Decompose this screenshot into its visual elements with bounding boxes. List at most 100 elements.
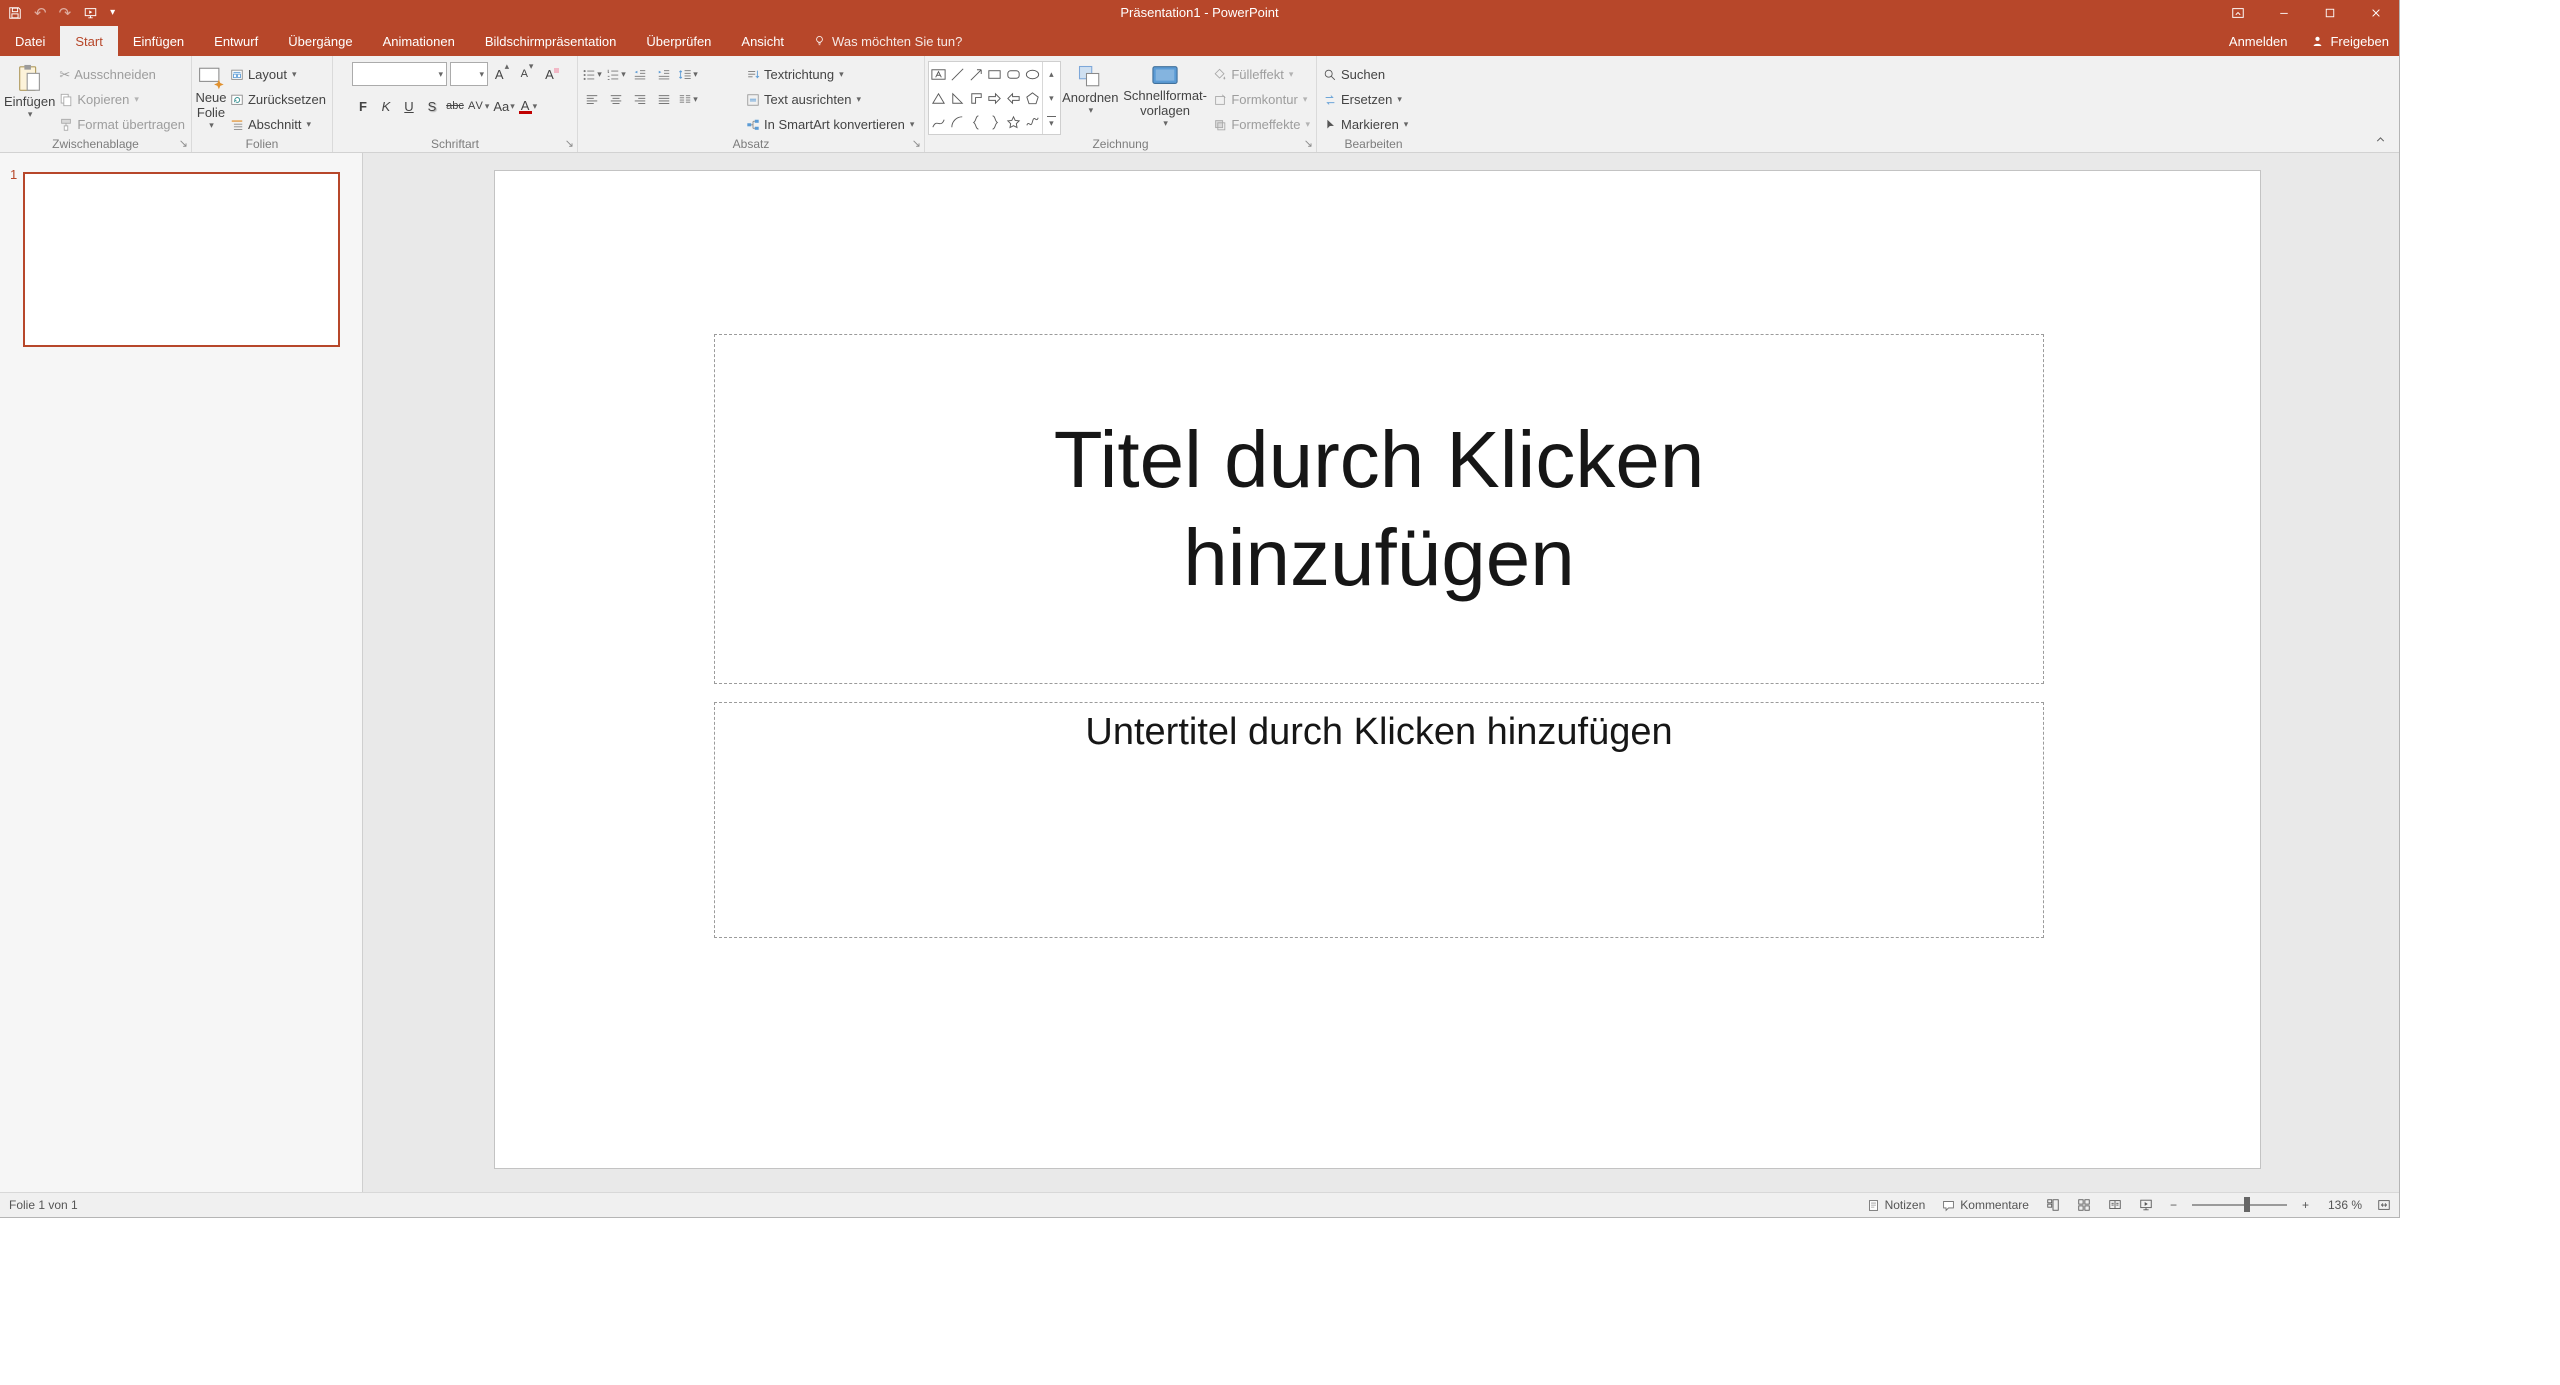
strikethrough-button[interactable]: abc xyxy=(444,94,466,118)
zoom-level[interactable]: 136 % xyxy=(2324,1198,2362,1212)
replace-button[interactable]: Ersetzen ▾ xyxy=(1320,87,1411,112)
shape-rounded-rectangle[interactable] xyxy=(1004,62,1023,86)
tab-ansicht[interactable]: Ansicht xyxy=(726,26,799,56)
tab-start[interactable]: Start xyxy=(60,26,117,56)
shrink-font-button[interactable]: A▾ xyxy=(516,62,538,86)
bullets-button[interactable]: ▾ xyxy=(581,63,603,87)
font-color-button[interactable]: A▾ xyxy=(517,94,539,118)
title-placeholder[interactable]: Titel durch Klicken hinzufügen xyxy=(714,334,2044,684)
select-button[interactable]: Markieren ▾ xyxy=(1320,112,1411,137)
tab-entwurf[interactable]: Entwurf xyxy=(199,26,273,56)
tell-me-box[interactable]: Was möchten Sie tun? xyxy=(813,26,962,56)
increase-indent-button[interactable] xyxy=(653,63,675,87)
maximize-button[interactable] xyxy=(2307,0,2353,26)
tab-uebergaenge[interactable]: Übergänge xyxy=(273,26,367,56)
decrease-indent-button[interactable] xyxy=(629,63,651,87)
numbering-button[interactable]: ▾ xyxy=(605,63,627,87)
shape-textbox[interactable] xyxy=(929,62,948,86)
shape-scribble[interactable] xyxy=(1023,110,1042,134)
shape-pentagon[interactable] xyxy=(1023,86,1042,110)
slide-sorter-view-button[interactable] xyxy=(2075,1193,2093,1217)
zoom-out-button[interactable]: − xyxy=(2168,1193,2179,1217)
line-spacing-button[interactable]: ▾ xyxy=(677,63,699,87)
zoom-slider[interactable] xyxy=(2192,1204,2287,1206)
zoom-slider-handle[interactable] xyxy=(2244,1197,2250,1212)
shape-curve[interactable] xyxy=(929,110,948,134)
shape-triangle[interactable] xyxy=(929,86,948,110)
font-name-combo[interactable]: ▾ xyxy=(352,62,447,86)
section-button[interactable]: Abschnitt ▾ xyxy=(227,112,329,137)
shapes-scroll-up-button[interactable]: ▴ xyxy=(1043,62,1060,86)
comments-toggle-button[interactable]: Kommentare xyxy=(1940,1193,2031,1217)
underline-button[interactable]: U xyxy=(398,94,420,118)
columns-button[interactable]: ▾ xyxy=(677,88,699,112)
shape-effects-button[interactable]: Formeffekte ▾ xyxy=(1210,112,1313,137)
shape-arrow[interactable] xyxy=(967,62,986,86)
tab-einfuegen[interactable]: Einfügen xyxy=(118,26,199,56)
format-painter-button[interactable]: Format übertragen xyxy=(56,112,188,137)
align-left-button[interactable] xyxy=(581,88,603,112)
shape-right-brace[interactable] xyxy=(985,110,1004,134)
minimize-button[interactable] xyxy=(2261,0,2307,26)
tab-datei[interactable]: Datei xyxy=(0,26,60,56)
grow-font-button[interactable]: A▴ xyxy=(491,62,513,86)
align-right-button[interactable] xyxy=(629,88,651,112)
shape-star[interactable] xyxy=(1004,110,1023,134)
shapes-more-button[interactable]: ▾ xyxy=(1043,110,1060,134)
paste-dropdown-arrow[interactable]: ▾ xyxy=(28,110,33,119)
paste-button[interactable]: Einfügen ▾ xyxy=(3,61,56,137)
shapes-scroll-down-button[interactable]: ▾ xyxy=(1043,86,1060,110)
new-slide-button[interactable]: Neue Folie ▾ xyxy=(195,61,227,137)
slide-indicator: Folie 1 von 1 xyxy=(9,1193,78,1217)
tab-bildschirmpraesentation[interactable]: Bildschirmpräsentation xyxy=(470,26,632,56)
shape-left-arrow[interactable] xyxy=(1004,86,1023,110)
convert-to-smartart-button[interactable]: In SmartArt konvertieren ▾ xyxy=(743,112,917,137)
fit-to-window-button[interactable] xyxy=(2375,1193,2393,1217)
normal-view-button[interactable] xyxy=(2044,1193,2062,1217)
arrange-button[interactable]: Anordnen ▾ xyxy=(1061,61,1120,137)
find-button[interactable]: Suchen xyxy=(1320,62,1411,87)
text-shadow-button[interactable]: S xyxy=(421,94,443,118)
slide-1-thumbnail[interactable] xyxy=(23,172,340,347)
character-spacing-button[interactable]: AV▾ xyxy=(467,94,491,118)
reading-view-button[interactable] xyxy=(2106,1193,2124,1217)
collapse-ribbon-button[interactable] xyxy=(2374,133,2387,146)
share-button[interactable]: Freigeben xyxy=(2311,34,2389,49)
window-controls xyxy=(2215,0,2399,26)
cut-button[interactable]: ✂ Ausschneiden xyxy=(56,62,188,87)
tab-animationen[interactable]: Animationen xyxy=(368,26,470,56)
slideshow-view-button[interactable] xyxy=(2137,1193,2155,1217)
shape-right-triangle[interactable] xyxy=(948,86,967,110)
justify-button[interactable] xyxy=(653,88,675,112)
subtitle-placeholder[interactable]: Untertitel durch Klicken hinzufügen xyxy=(714,702,2044,938)
layout-button[interactable]: Layout ▾ xyxy=(227,62,329,87)
shape-right-arrow[interactable] xyxy=(985,86,1004,110)
reset-slide-button[interactable]: Zurücksetzen xyxy=(227,87,329,112)
shape-outline-button[interactable]: Formkontur ▾ xyxy=(1210,87,1313,112)
shape-fill-button[interactable]: Fülleffekt ▾ xyxy=(1210,62,1313,87)
shape-arc[interactable] xyxy=(948,110,967,134)
notes-toggle-button[interactable]: Notizen xyxy=(1865,1193,1928,1217)
shape-line[interactable] xyxy=(948,62,967,86)
close-button[interactable] xyxy=(2353,0,2399,26)
sign-in-button[interactable]: Anmelden xyxy=(2229,34,2288,49)
change-case-button[interactable]: Aa▾ xyxy=(492,94,515,118)
clear-formatting-button[interactable]: A xyxy=(541,62,563,86)
align-center-button[interactable] xyxy=(605,88,627,112)
copy-button[interactable]: Kopieren ▾ xyxy=(56,87,188,112)
quick-styles-button[interactable]: Schnellformat-vorlagen ▾ xyxy=(1120,61,1211,137)
text-direction-button[interactable]: Textrichtung ▾ xyxy=(743,62,917,87)
shape-oval[interactable] xyxy=(1023,62,1042,86)
ribbon-display-options-button[interactable] xyxy=(2215,0,2261,26)
font-size-combo[interactable]: ▾ xyxy=(450,62,488,86)
bold-button[interactable]: F xyxy=(352,94,374,118)
tab-ueberpruefen[interactable]: Überprüfen xyxy=(631,26,726,56)
zoom-in-button[interactable]: + xyxy=(2300,1193,2311,1217)
align-text-button[interactable]: Text ausrichten ▾ xyxy=(743,87,917,112)
new-slide-dropdown-arrow[interactable]: ▾ xyxy=(209,121,214,130)
italic-button[interactable]: K xyxy=(375,94,397,118)
shape-rectangle[interactable] xyxy=(985,62,1004,86)
group-label-editing: Bearbeiten xyxy=(1317,137,1430,151)
shape-l-shape[interactable] xyxy=(967,86,986,110)
shape-left-brace[interactable] xyxy=(967,110,986,134)
